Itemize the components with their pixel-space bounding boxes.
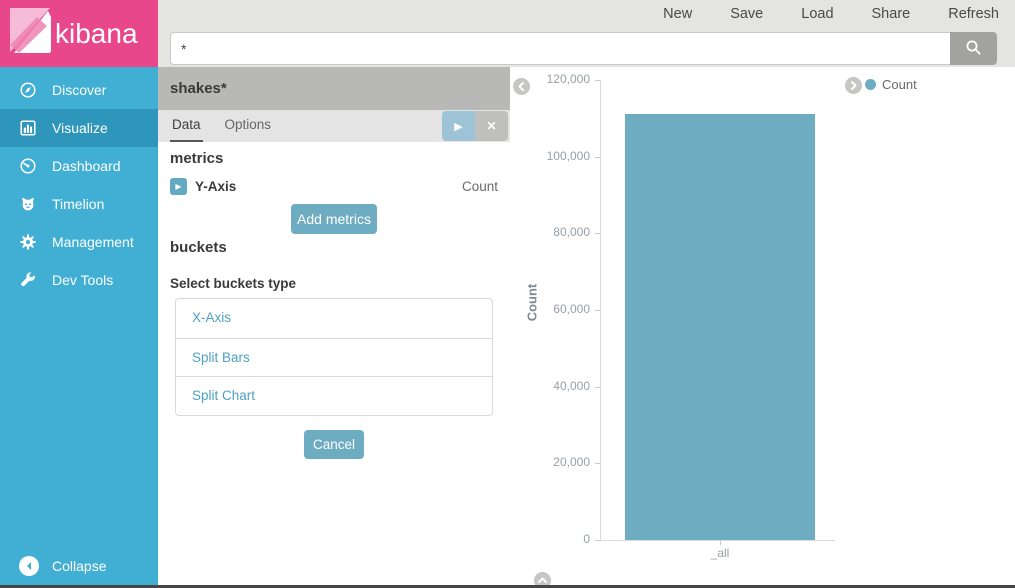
menu-item-new[interactable]: New (663, 6, 692, 22)
expand-metric-button[interactable]: ▶ (170, 178, 187, 195)
collapse-label: Collapse (52, 558, 106, 574)
bucket-option-split-chart[interactable]: Split Chart (176, 376, 492, 415)
tab-data[interactable]: Data (170, 110, 203, 142)
editor-tabbar: Data Options ▶ ✕ (158, 110, 510, 142)
sidebar-item-timelion[interactable]: Timelion (0, 185, 158, 223)
y-axis-tick-label: 120,000 (510, 72, 595, 87)
apply-changes-button[interactable]: ▶ (442, 111, 475, 141)
menu-item-share[interactable]: Share (872, 6, 911, 22)
menu-item-save[interactable]: Save (730, 6, 763, 22)
logo-text: kibana (55, 18, 138, 50)
sidebar-item-label: Visualize (52, 120, 108, 136)
metric-label: Y-Axis (195, 179, 236, 194)
buckets-heading: buckets (170, 239, 498, 256)
bucket-type-list: X-Axis Split Bars Split Chart (175, 298, 493, 416)
select-buckets-type-label: Select buckets type (170, 276, 498, 291)
add-metrics-button[interactable]: Add metrics (291, 204, 377, 234)
y-axis-tick-label: 40,000 (510, 379, 595, 394)
topbar: New Save Load Share Refresh (158, 0, 1015, 67)
timelion-icon (19, 195, 37, 213)
sidebar: kibana Discover Visualize Dashboard (0, 0, 158, 588)
editor-actions: ▶ ✕ (442, 111, 508, 141)
cancel-button[interactable]: Cancel (304, 430, 364, 459)
bar-count[interactable] (625, 114, 815, 540)
chart-panel: Count Count 020,00040,00060,00080,000100… (510, 67, 1015, 588)
bar-chart-icon (19, 119, 37, 137)
kibana-logo-icon (9, 7, 51, 60)
search-bar (170, 32, 997, 65)
sidebar-item-label: Dashboard (52, 158, 121, 174)
sidebar-item-label: Dev Tools (52, 272, 113, 288)
sidebar-item-discover[interactable]: Discover (0, 71, 158, 109)
kibana-app: kibana Discover Visualize Dashboard (0, 0, 1015, 588)
sidebar-nav: Discover Visualize Dashboard Timelion (0, 71, 158, 299)
index-pattern-title: shakes* (158, 67, 510, 110)
dashboard-icon (19, 157, 37, 175)
metric-row-y-axis: ▶ Y-Axis Count (170, 176, 498, 196)
search-input[interactable] (170, 32, 950, 65)
x-axis-line (600, 540, 835, 541)
kibana-logo[interactable]: kibana (0, 0, 158, 67)
discard-changes-button[interactable]: ✕ (475, 111, 508, 141)
y-axis-tick-label: 0 (510, 532, 595, 547)
sidebar-collapse-button[interactable]: Collapse (0, 549, 158, 583)
sidebar-item-label: Timelion (52, 196, 104, 212)
x-axis-tick (720, 540, 721, 545)
y-axis-tick-label: 20,000 (510, 455, 595, 470)
gear-icon (19, 233, 37, 251)
legend-label: Count (882, 77, 917, 92)
sidebar-item-label: Discover (52, 82, 106, 98)
collapse-icon (19, 556, 39, 576)
tab-options[interactable]: Options (223, 110, 274, 142)
sidebar-item-label: Management (52, 234, 134, 250)
menu-item-load[interactable]: Load (801, 6, 833, 22)
editor-content: metrics ▶ Y-Axis Count Add metrics bucke… (158, 142, 510, 459)
legend-swatch (865, 79, 876, 90)
vis-editor-panel: shakes* Data Options ▶ ✕ metrics ▶ Y-Axi… (158, 67, 510, 588)
bucket-option-x-axis[interactable]: X-Axis (176, 299, 492, 338)
search-button[interactable] (950, 32, 997, 65)
y-axis-tick-label: 100,000 (510, 149, 595, 164)
legend-item-count[interactable]: Count (865, 77, 917, 92)
sidebar-item-visualize[interactable]: Visualize (0, 109, 158, 147)
chevron-right-icon (848, 80, 859, 91)
sidebar-item-dev-tools[interactable]: Dev Tools (0, 261, 158, 299)
sidebar-item-dashboard[interactable]: Dashboard (0, 147, 158, 185)
metrics-heading: metrics (170, 150, 498, 167)
y-axis-tick-label: 80,000 (510, 225, 595, 240)
chevron-right-icon: ▶ (175, 182, 181, 191)
collapse-legend-button[interactable] (845, 77, 862, 94)
topbar-menu: New Save Load Share Refresh (158, 0, 1015, 22)
play-icon: ▶ (454, 121, 462, 133)
close-icon: ✕ (486, 119, 496, 133)
sidebar-item-management[interactable]: Management (0, 223, 158, 261)
menu-item-refresh[interactable]: Refresh (948, 6, 999, 22)
wrench-icon (19, 271, 37, 289)
x-axis-category-label: _all (625, 546, 815, 560)
search-icon (965, 39, 982, 59)
y-axis-line (600, 80, 601, 541)
compass-icon (19, 81, 37, 99)
y-axis-tick-label: 60,000 (510, 302, 595, 317)
metric-value: Count (462, 179, 498, 194)
bucket-option-split-bars[interactable]: Split Bars (176, 338, 492, 377)
